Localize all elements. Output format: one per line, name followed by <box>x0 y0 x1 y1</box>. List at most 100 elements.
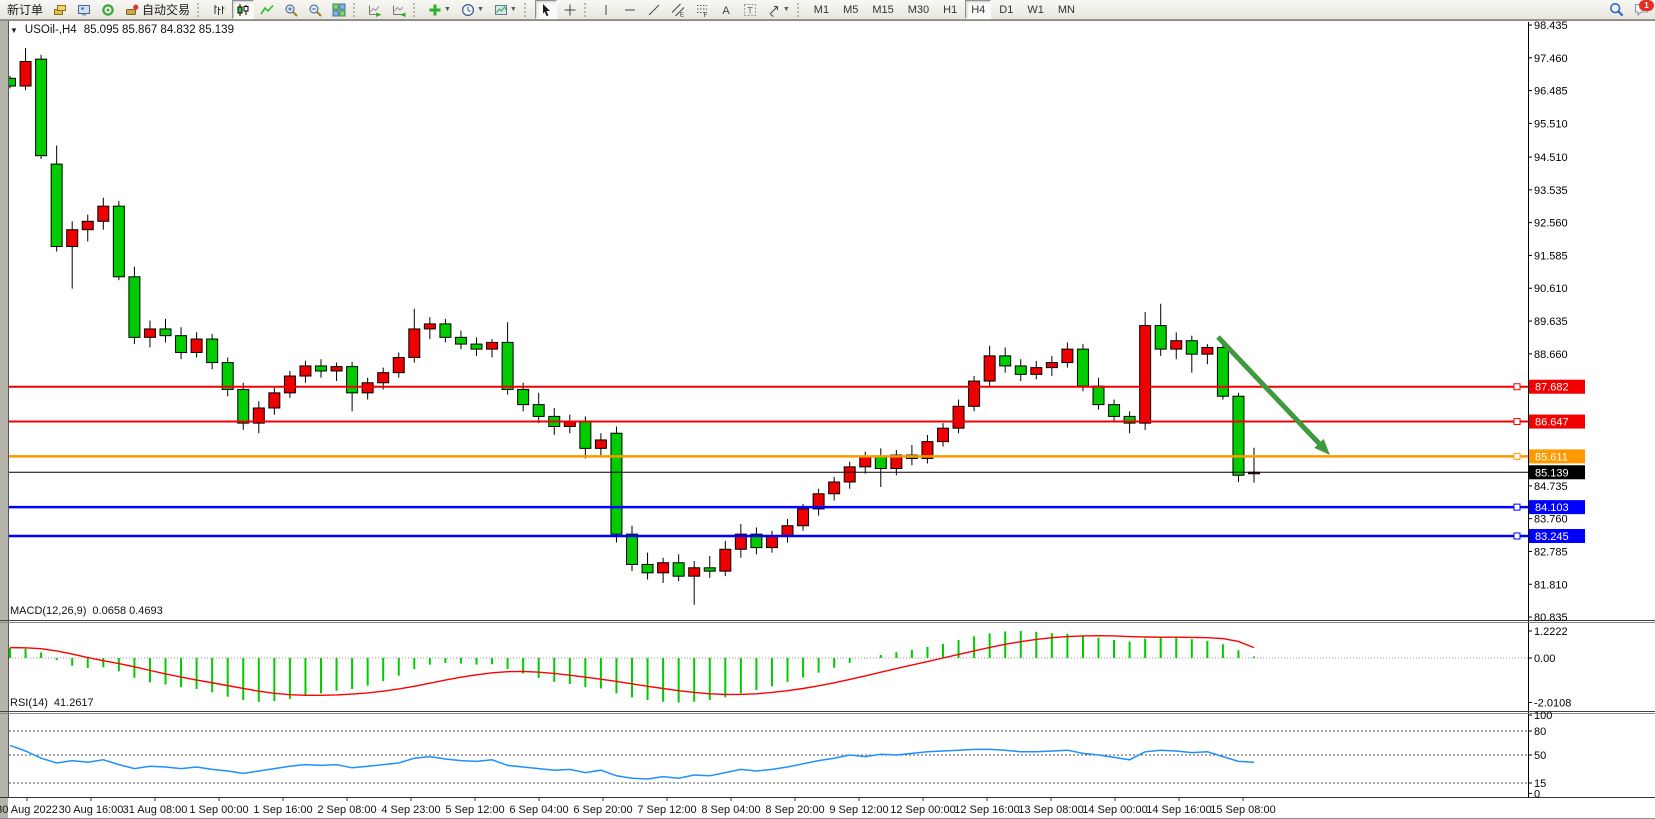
price-tick-label: 90.610 <box>1534 283 1568 295</box>
candle-body <box>984 356 995 381</box>
candle-body <box>938 428 949 441</box>
tile-windows-icon[interactable] <box>328 0 350 19</box>
macd-scale-label: 1.2222 <box>1534 626 1568 638</box>
price-tick-label: 91.585 <box>1534 250 1568 262</box>
svg-text:E: E <box>680 12 684 17</box>
text-tool[interactable]: A <box>715 0 737 19</box>
symbol-period-label: USOil-,H4 <box>25 24 77 36</box>
green-globe-glyph <box>101 3 115 17</box>
candle-body <box>673 563 684 576</box>
algo-trading-button[interactable]: 自动交易 <box>121 0 194 19</box>
tf-m1-button[interactable]: M1 <box>808 0 835 19</box>
notifications-icon[interactable]: 1 <box>1630 0 1654 19</box>
periods-button[interactable]: ▼ <box>457 0 488 19</box>
line-handle[interactable] <box>1514 419 1520 425</box>
tf-h4-button[interactable]: H4 <box>965 0 991 19</box>
indicators-button[interactable]: ▼ <box>424 0 455 19</box>
line-handle[interactable] <box>1514 453 1520 459</box>
rsi-scale-label: 0 <box>1534 788 1540 800</box>
time-tick-label: 30 Aug 2022 <box>0 804 58 816</box>
candle-body <box>860 457 871 467</box>
toolbar: 新订单 自动交易 ▼ ▼ ▼ E FAT ▼ M1M5M15 M30 H1 H4D1W1 MN 1 <box>0 0 1655 20</box>
auto-scroll-icon[interactable] <box>364 0 386 19</box>
chat-glyph: 1 <box>1634 2 1650 17</box>
tf-mn-button[interactable]: MN <box>1052 0 1081 19</box>
candle-body <box>627 534 638 564</box>
templates-button[interactable]: ▼ <box>490 0 521 19</box>
candle-body <box>502 342 513 389</box>
line-handle[interactable] <box>1514 533 1520 539</box>
window-left-edge <box>0 20 8 819</box>
candle-body <box>642 564 653 572</box>
rsi-scale-label: 100 <box>1534 710 1552 722</box>
fibonacci-tool[interactable]: F <box>691 0 713 19</box>
bars-glyph <box>212 3 226 17</box>
candlestick-chart-icon[interactable] <box>232 0 254 19</box>
candle-body <box>1046 363 1057 368</box>
price-tick-label: 96.485 <box>1534 86 1568 98</box>
price-tick-label: 83.760 <box>1534 514 1568 526</box>
chevron-down-icon[interactable]: ▼ <box>477 6 484 13</box>
time-tick-label: 6 Sep 20:00 <box>573 804 632 816</box>
channel-glyph: E <box>671 3 685 17</box>
candle-body <box>1093 386 1104 405</box>
channel-tool[interactable]: E <box>667 0 689 19</box>
vertical-line-tool[interactable] <box>595 0 617 19</box>
trendline-tool[interactable] <box>643 0 665 19</box>
chart-shift-icon[interactable] <box>388 0 410 19</box>
hline-glyph <box>623 3 637 17</box>
tf-m5-button[interactable]: M5 <box>837 0 864 19</box>
crosshair-tool[interactable] <box>559 0 581 19</box>
candle-body <box>36 59 47 156</box>
candle-body <box>969 381 980 406</box>
ohlc-values: 85.095 85.867 84.832 85.139 <box>84 24 234 36</box>
rsi-indicator-label: RSI(14) 41.2617 <box>10 697 94 709</box>
tf-h1-button-label: H1 <box>943 4 957 16</box>
chevron-down-icon[interactable]: ▼ <box>444 6 451 13</box>
cursor-tool[interactable] <box>535 0 557 19</box>
toolbar-separator <box>797 3 805 17</box>
monitor-glyph <box>77 3 91 17</box>
tf-w1-button[interactable]: W1 <box>1021 0 1050 19</box>
tf-mn-button-label: MN <box>1058 4 1075 16</box>
price-tick-label: 84.735 <box>1534 481 1568 493</box>
market-watch-icon[interactable] <box>49 0 71 19</box>
mql5-community-icon[interactable] <box>97 0 119 19</box>
tf-m30-button[interactable]: M30 <box>902 0 935 19</box>
candle-body <box>720 549 731 571</box>
chevron-down-icon[interactable]: ▼ <box>783 6 790 13</box>
candle-body <box>1015 366 1026 374</box>
candle-body <box>689 568 700 576</box>
shapes-tool[interactable]: ▼ <box>763 0 794 19</box>
label-tool[interactable]: T <box>739 0 761 19</box>
candle-body <box>829 482 840 494</box>
price-tick-label: 81.810 <box>1534 579 1568 591</box>
line-handle[interactable] <box>1514 384 1520 390</box>
bar-chart-icon[interactable] <box>208 0 230 19</box>
tf-h1-button[interactable]: H1 <box>937 0 963 19</box>
price-tick-label: 93.535 <box>1534 185 1568 197</box>
candle-body <box>1186 341 1197 354</box>
new-order-button[interactable]: 新订单 <box>3 0 47 19</box>
zoom-in-icon[interactable] <box>280 0 302 19</box>
search-icon[interactable] <box>1605 0 1628 19</box>
chart-collapse-icon[interactable]: ▼ <box>10 26 18 35</box>
strategy-tester-icon[interactable] <box>73 0 95 19</box>
horizontal-line-tool[interactable] <box>619 0 641 19</box>
candle-body <box>1031 368 1042 375</box>
candle-body <box>844 467 855 482</box>
tf-m30-button-label: M30 <box>908 4 929 16</box>
tf-m15-button[interactable]: M15 <box>866 0 899 19</box>
tf-d1-button[interactable]: D1 <box>993 0 1019 19</box>
zoom-out-icon[interactable] <box>304 0 326 19</box>
auto-scroll-glyph <box>368 3 382 17</box>
line-chart-icon[interactable] <box>256 0 278 19</box>
mt4-terminal: 新订单自动交易▼▼▼EFAT▼M1M5M15M30H1H4D1W1MN1 98.… <box>0 0 1655 819</box>
chevron-down-icon[interactable]: ▼ <box>510 6 517 13</box>
line-handle[interactable] <box>1514 504 1520 510</box>
candle-body <box>595 440 606 448</box>
clock-glyph <box>461 3 475 17</box>
candle-body <box>658 563 669 573</box>
candle-body <box>393 358 404 373</box>
candle-body <box>455 337 466 344</box>
